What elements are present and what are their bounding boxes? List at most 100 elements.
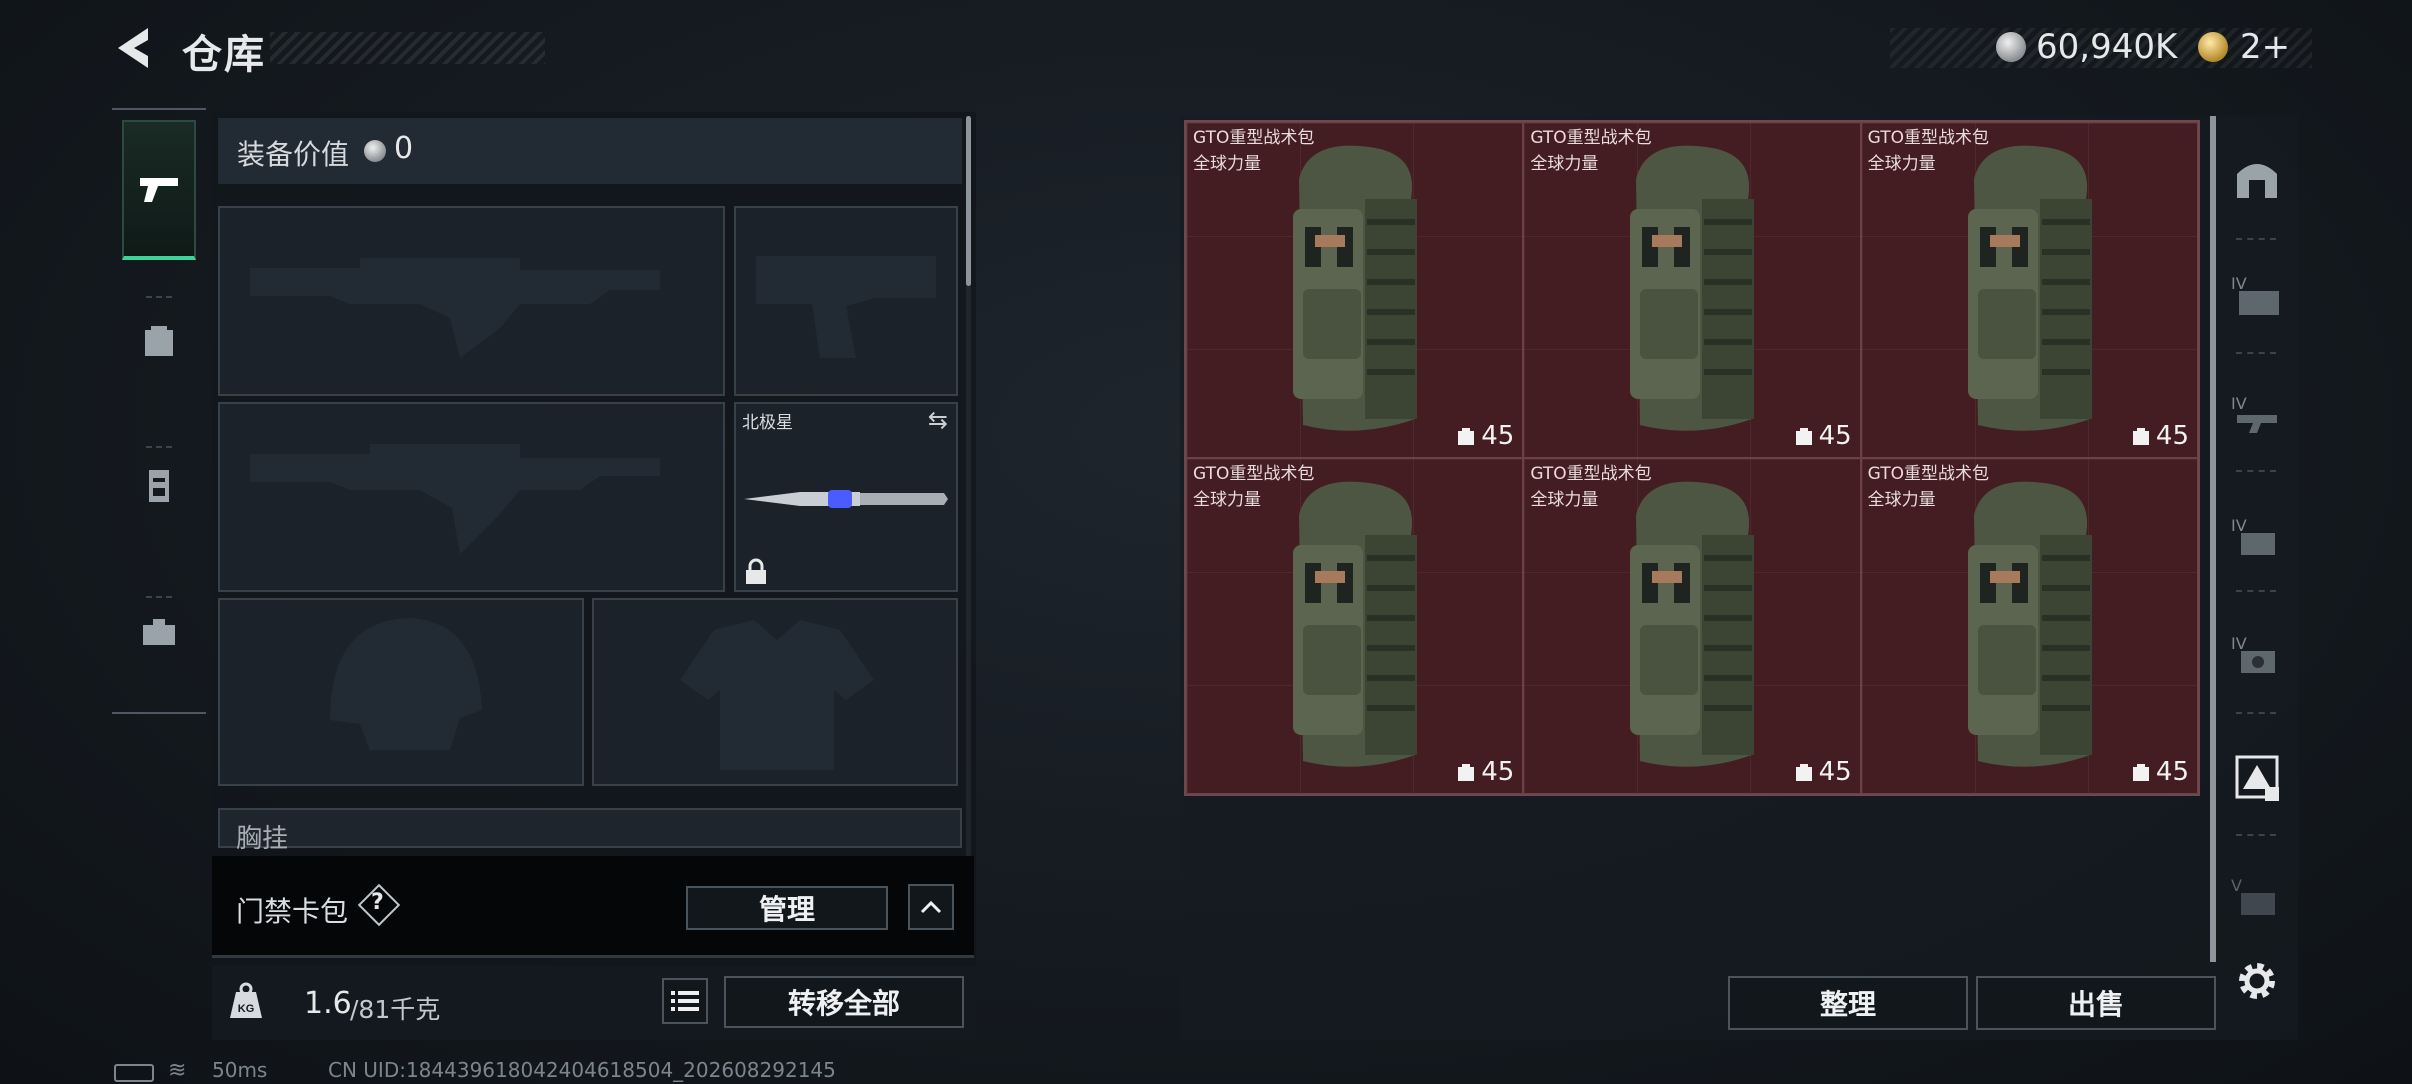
- rifle-silhouette-icon: [250, 258, 660, 358]
- manage-button[interactable]: 管理: [686, 886, 888, 930]
- gear-case-iv-icon[interactable]: IV: [2226, 506, 2288, 568]
- sidearm-slot[interactable]: [734, 206, 958, 396]
- silver-balance[interactable]: 60,940K: [2036, 27, 2177, 67]
- back-button[interactable]: [110, 22, 160, 74]
- ammo-box-iv-icon[interactable]: IV: [2226, 264, 2288, 326]
- armor-silhouette-icon: [680, 620, 874, 770]
- silver-coin-icon: [364, 140, 386, 162]
- help-icon-glyph: ?: [371, 890, 384, 915]
- item-brand: 全球力量: [1193, 154, 1261, 174]
- primary-weapon-slot[interactable]: [218, 206, 725, 396]
- tab-toolbox[interactable]: [122, 562, 196, 702]
- item-brand: 全球力量: [1530, 154, 1599, 174]
- pistol-icon: [140, 178, 178, 202]
- capacity-icon: [2132, 428, 2149, 445]
- backpack-image: [1954, 139, 2104, 443]
- tab-weapons[interactable]: [122, 120, 196, 260]
- svg-text:IV: IV: [2231, 274, 2247, 293]
- item-capacity: 45: [1795, 421, 1852, 451]
- weight-capacity: /81千克: [350, 995, 441, 1024]
- battery-icon: [114, 1064, 154, 1082]
- swap-icon[interactable]: ⇆: [928, 406, 948, 434]
- item-capacity: 45: [2132, 757, 2189, 787]
- stash-item-backpack[interactable]: GTO重型战术包 全球力量 45: [1186, 458, 1524, 794]
- stash-grid: GTO重型战术包 全球力量 45 GTO重型战术包 全球力量 45 GTO重型战: [1184, 120, 2200, 796]
- backpack-image: [1279, 139, 1429, 443]
- svg-text:IV: IV: [2231, 634, 2247, 653]
- gold-balance[interactable]: 2+: [2240, 27, 2290, 67]
- chest-rig-slot[interactable]: [218, 808, 962, 848]
- stash-item-backpack[interactable]: GTO重型战术包 全球力量 45: [1860, 458, 2198, 794]
- item-capacity-value: 45: [1818, 421, 1852, 451]
- tab-backpack[interactable]: [122, 270, 196, 410]
- collapse-button[interactable]: [908, 884, 954, 930]
- backpack-image: [1279, 475, 1429, 779]
- medical-case-iv-icon[interactable]: IV: [2226, 624, 2288, 686]
- backpack-image: [1954, 475, 2104, 779]
- capacity-icon: [1795, 764, 1812, 781]
- stash-item-backpack[interactable]: GTO重型战术包 全球力量 45: [1186, 122, 1524, 458]
- list-view-button[interactable]: [662, 978, 708, 1024]
- silver-coin-icon: [1996, 32, 2026, 62]
- stash-item-backpack[interactable]: GTO重型战术包 全球力量 45: [1860, 122, 2198, 458]
- wifi-icon: ≋: [168, 1058, 187, 1083]
- ping-value: 50ms: [212, 1058, 268, 1082]
- item-brand: 全球力量: [1193, 490, 1261, 510]
- weapon-case-iv-icon[interactable]: IV: [2226, 384, 2288, 446]
- lock-icon: [746, 558, 766, 584]
- capacity-icon: [2132, 764, 2149, 781]
- stash-scrollbar[interactable]: [2210, 116, 2216, 962]
- stash-item-backpack[interactable]: GTO重型战术包 全球力量 45: [1523, 458, 1861, 794]
- toolbox-icon: [143, 619, 175, 645]
- list-icon: [671, 991, 699, 1011]
- item-capacity-value: 45: [1481, 421, 1515, 451]
- item-brand: 全球力量: [1867, 154, 1936, 174]
- helmet-slot[interactable]: [218, 598, 584, 786]
- backpack-image: [1616, 139, 1766, 443]
- kg-weight-icon: KG: [226, 982, 266, 1020]
- chest-rig-label: 胸挂: [236, 824, 289, 854]
- item-capacity: 45: [2132, 421, 2189, 451]
- armor-slot[interactable]: [592, 598, 958, 786]
- item-capacity-value: 45: [1818, 757, 1852, 787]
- item-capacity-value: 45: [2155, 421, 2189, 451]
- safe-box-icon[interactable]: [2226, 148, 2288, 210]
- item-brand: 全球力量: [1867, 490, 1936, 510]
- secondary-weapon-slot[interactable]: [218, 402, 725, 592]
- melee-slot[interactable]: 北极星 ⇆: [734, 402, 958, 592]
- vest-icon: [149, 470, 169, 502]
- item-capacity: 45: [1795, 757, 1852, 787]
- melee-name: 北极星: [742, 413, 793, 433]
- transfer-all-button[interactable]: 转移全部: [724, 976, 964, 1028]
- weight-current: 1.6: [304, 986, 352, 1021]
- title-decoration: [270, 32, 545, 64]
- svg-text:KG: KG: [238, 1003, 255, 1015]
- keycard-label: 门禁卡包: [236, 895, 349, 928]
- knife-icon: [744, 490, 948, 508]
- stash-item-backpack[interactable]: GTO重型战术包 全球力量 45: [1523, 122, 1861, 458]
- svg-text:IV: IV: [2231, 516, 2247, 535]
- sell-button[interactable]: 出售: [1976, 976, 2216, 1030]
- capacity-icon: [1458, 428, 1475, 445]
- gold-coin-icon: [2198, 32, 2228, 62]
- item-brand: 全球力量: [1530, 490, 1599, 510]
- equipment-value-label: 装备价值: [237, 138, 350, 171]
- capacity-icon: [1795, 428, 1812, 445]
- item-capacity-value: 45: [1481, 757, 1515, 787]
- equipment-scrollbar[interactable]: [966, 116, 971, 286]
- helmet-silhouette-icon: [330, 618, 482, 750]
- user-id: CN UID:18443961804240461850​4_2026082921…: [328, 1058, 836, 1082]
- case-v-icon[interactable]: V: [2226, 866, 2288, 928]
- svg-text:IV: IV: [2231, 394, 2247, 413]
- page-title: 仓库: [182, 32, 266, 78]
- item-capacity: 45: [1457, 757, 1514, 787]
- gear-icon[interactable]: [2226, 950, 2288, 1012]
- equipment-value: 0: [394, 131, 414, 166]
- tidy-button[interactable]: 整理: [1728, 976, 1968, 1030]
- chevron-left-icon: [118, 28, 148, 68]
- rifle-silhouette-icon: [250, 444, 660, 554]
- hazard-case-icon[interactable]: [2226, 746, 2288, 808]
- capacity-icon: [1458, 764, 1475, 781]
- backpack-icon: [145, 326, 173, 356]
- tab-vest[interactable]: [122, 416, 196, 556]
